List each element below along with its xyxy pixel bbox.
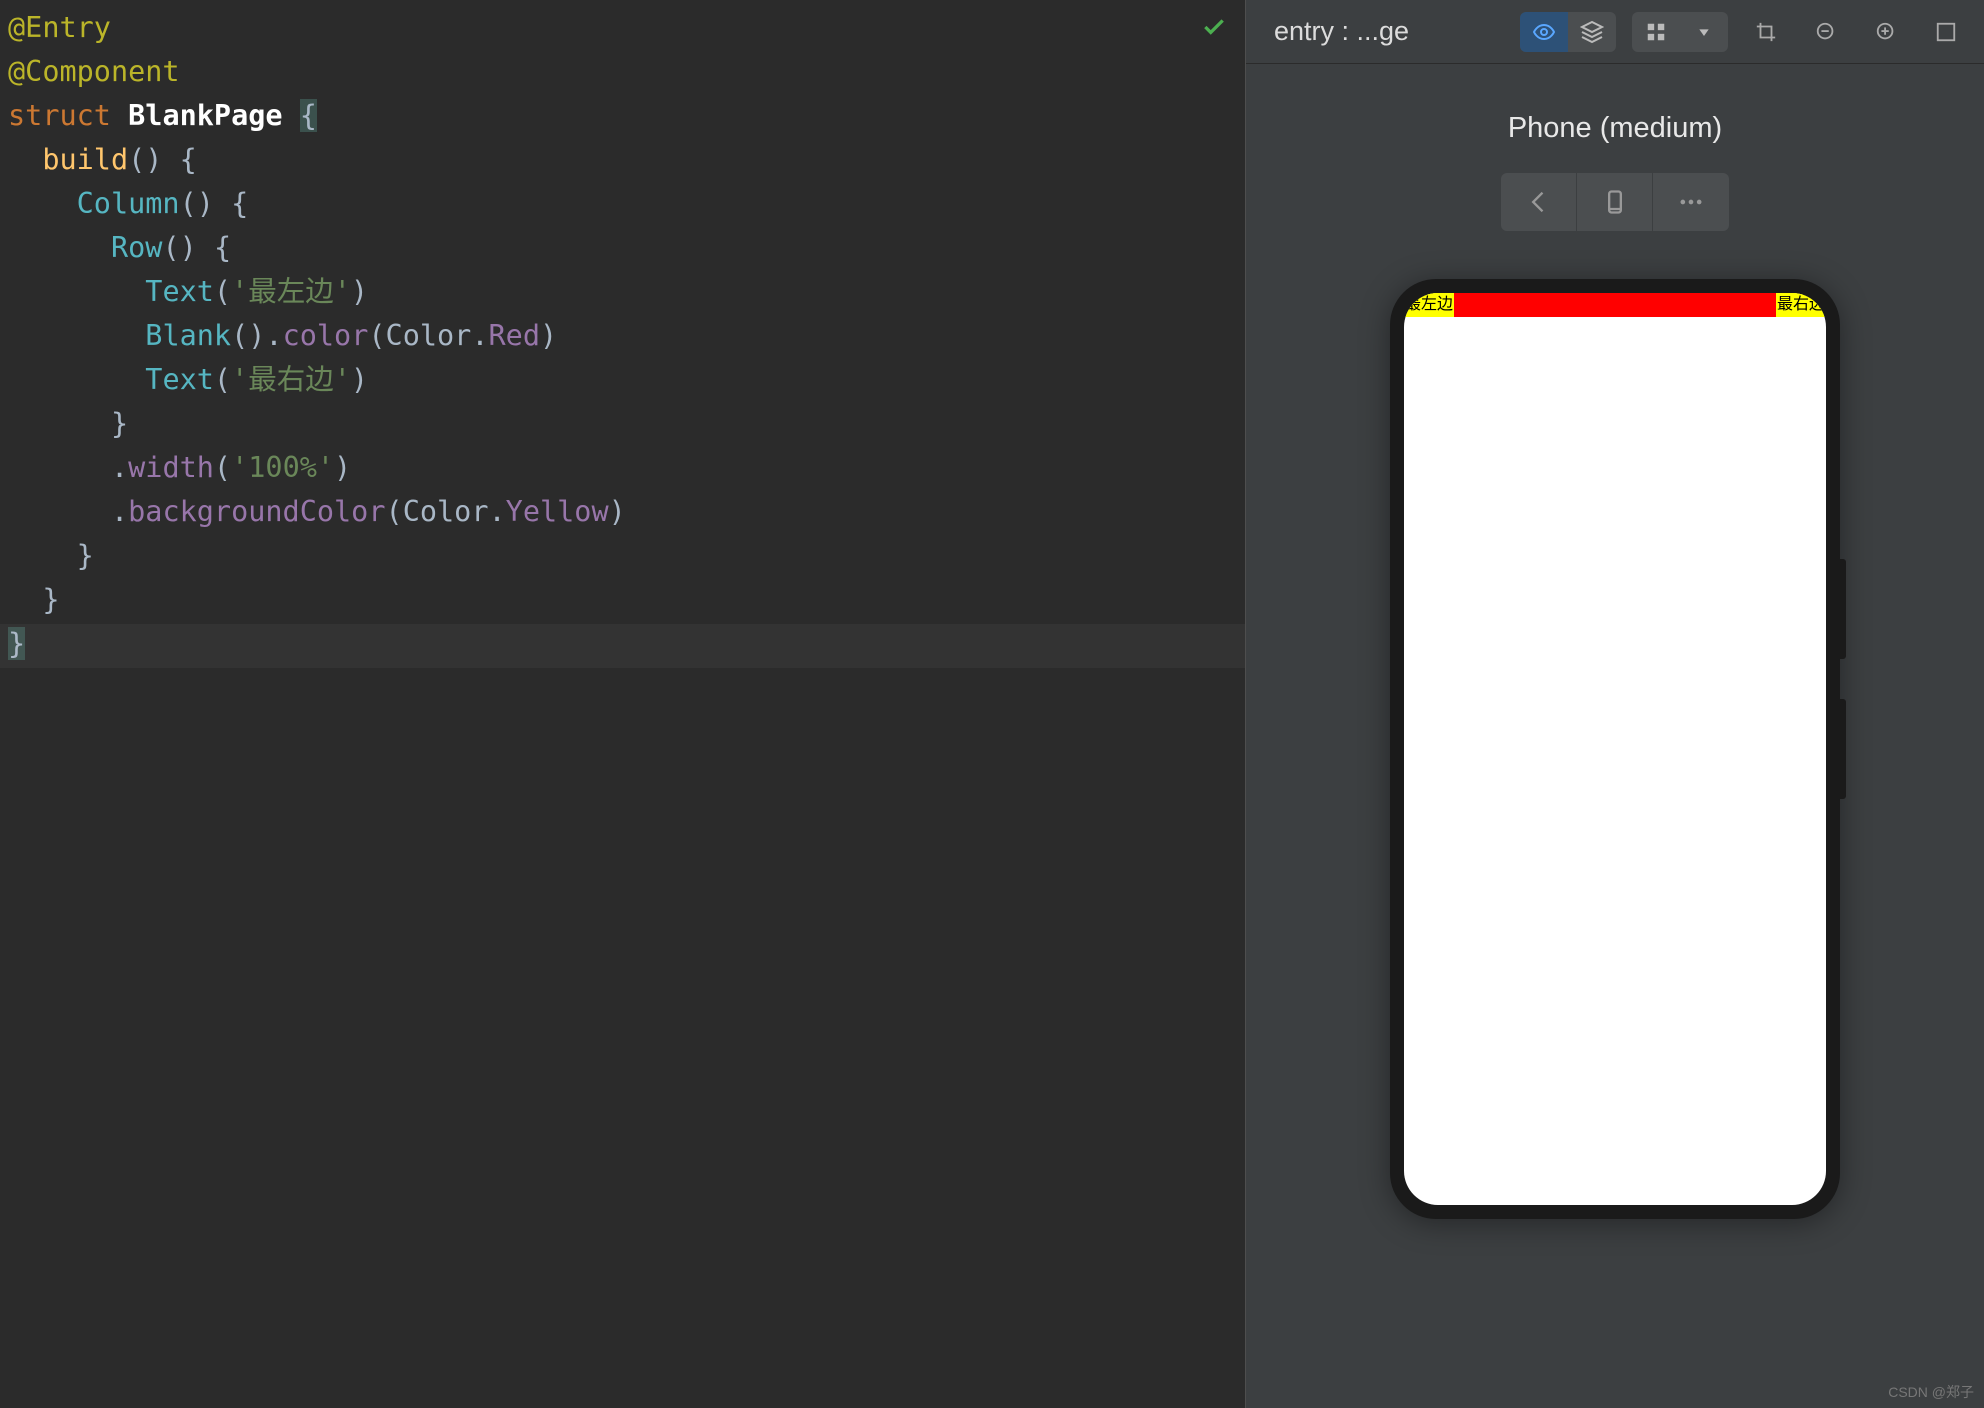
type-text: Text [145,275,214,308]
inspect-mode-button[interactable] [1520,12,1568,52]
const-red: Red [489,319,540,352]
zoom-in-button[interactable] [1864,12,1908,52]
dot: . [111,451,128,484]
decorator-component: @Component [8,55,180,88]
dropdown-button[interactable] [1680,12,1728,52]
zoom-out-button[interactable] [1804,12,1848,52]
parens: () [162,231,196,264]
preview-title: entry : ...ge [1274,16,1504,47]
device-label: Phone (medium) [1508,112,1722,145]
prop-width: width [128,451,214,484]
dot: . [265,319,282,352]
phone-volume-up [1840,559,1846,659]
paren-open: ( [386,495,403,528]
app-text-left: 最左边 [1404,293,1454,317]
phone-screen[interactable]: 最左边 最右边 [1404,293,1826,1205]
decorator-entry: @Entry [8,11,111,44]
brace-close: } [111,407,128,440]
brace-close: } [42,583,59,616]
parens: () [231,319,265,352]
type-text: Text [145,363,214,396]
app-row-container: 最左边 最右边 [1404,293,1826,317]
paren-open: ( [368,319,385,352]
dot: . [471,319,488,352]
paren-close: ) [334,451,351,484]
const-yellow: Yellow [506,495,609,528]
parens: () [128,143,162,176]
phone-volume-down [1840,699,1846,799]
prop-color: color [283,319,369,352]
preview-pane: entry : ...ge [1245,0,1984,1408]
crop-button[interactable] [1744,12,1788,52]
fullscreen-button[interactable] [1924,12,1968,52]
app-blank-spacer [1454,293,1776,317]
class-color: Color [403,495,489,528]
string-literal: '最左边' [231,275,351,308]
type-row: Row [111,231,162,264]
preview-body: Phone (medium) 最左边 最右边 [1246,64,1984,1408]
brace: { [180,143,197,176]
phone-frame: 最左边 最右边 [1390,279,1840,1219]
view-mode-group [1520,12,1616,52]
brace-open: { [300,99,317,132]
code-editor-pane[interactable]: @Entry @Component struct BlankPage { bui… [0,0,1245,1408]
back-button[interactable] [1501,173,1577,231]
code-content[interactable]: @Entry @Component struct BlankPage { bui… [0,6,1245,666]
more-options-button[interactable] [1653,173,1729,231]
layers-mode-button[interactable] [1568,12,1616,52]
paren-close: ) [351,363,368,396]
paren-open: ( [214,451,231,484]
rotate-device-button[interactable] [1577,173,1653,231]
layout-mode-group [1632,12,1728,52]
paren-close: ) [540,319,557,352]
validation-check-icon[interactable] [1201,14,1227,47]
class-color: Color [386,319,472,352]
keyword-struct: struct [8,99,111,132]
brace: { [214,231,231,264]
paren-open: ( [214,363,231,396]
dot: . [488,495,505,528]
dot: . [111,495,128,528]
device-controls [1501,173,1729,231]
method-build: build [42,143,128,176]
parens: () [180,187,214,220]
paren-open: ( [214,275,231,308]
type-column: Column [77,187,180,220]
prop-backgroundcolor: backgroundColor [128,495,385,528]
struct-name: BlankPage [128,99,282,132]
brace: { [231,187,248,220]
preview-toolbar: entry : ...ge [1246,0,1984,64]
watermark: CSDN @郑子 [1888,1382,1974,1402]
brace-close: } [77,539,94,572]
current-line-highlight [0,624,1245,668]
type-blank: Blank [145,319,231,352]
string-literal: '最右边' [231,363,351,396]
paren-close: ) [351,275,368,308]
grid-view-button[interactable] [1632,12,1680,52]
string-literal: '100%' [231,451,334,484]
paren-close: ) [609,495,626,528]
app-text-right: 最右边 [1776,293,1826,317]
